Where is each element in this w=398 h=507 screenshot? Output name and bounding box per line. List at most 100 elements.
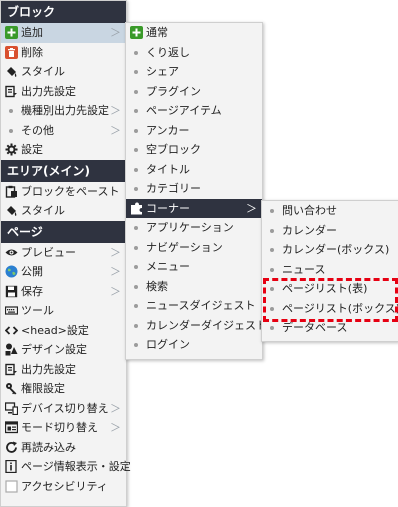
keyboard-item[interactable]: ツール	[1, 301, 126, 321]
menu-item-label: メニュー	[146, 260, 190, 273]
menu-item-label: シェア	[146, 65, 179, 78]
menu-item-label: ブロックをペースト	[21, 184, 120, 198]
bullet-dot	[134, 265, 138, 269]
menu-item[interactable]: ニュースダイジェスト	[126, 296, 262, 316]
plus-icon	[130, 26, 143, 39]
menu-item[interactable]: シェア	[126, 62, 262, 82]
info-item[interactable]: ページ情報表示・設定	[1, 457, 131, 477]
mode-item[interactable]: モード切り替え ＞	[1, 418, 126, 438]
globe-item[interactable]: 公開 ＞	[1, 262, 126, 282]
reload-icon	[5, 441, 18, 454]
key-item[interactable]: 権限設定	[1, 379, 126, 399]
submenu-arrow-icon: ＞	[110, 265, 121, 278]
paste-item[interactable]: ブロックをペースト	[1, 182, 126, 202]
menu-item[interactable]: カレンダー(ボックス)	[262, 240, 398, 260]
menu-item-label: カレンダー(ボックス)	[282, 243, 390, 256]
menu-item-label: 出力先設定	[21, 84, 76, 98]
menu-item-label: 検索	[146, 279, 168, 293]
menu-item[interactable]: カテゴリー	[126, 179, 262, 199]
menu-item[interactable]: 問い合わせ	[262, 201, 398, 221]
menu-item[interactable]: その他 ＞	[1, 121, 126, 141]
menu-item-label: ツール	[21, 304, 54, 317]
menu-item-label: デバイス切り替え	[21, 401, 109, 415]
plus-item[interactable]: 通常	[126, 23, 262, 43]
output-item[interactable]: 出力先設定	[1, 360, 126, 380]
paint-bucket-icon	[5, 65, 18, 78]
menu-item[interactable]: プラグイン	[126, 82, 262, 102]
section-header: エリア(メイン)	[1, 159, 126, 182]
design-item[interactable]: デザイン設定	[1, 340, 126, 360]
section-header: ブロック	[1, 1, 126, 23]
menu-item[interactable]: ニュース	[262, 260, 398, 280]
paint-bucket-item[interactable]: スタイル	[1, 201, 126, 221]
bullet-dot	[134, 167, 138, 172]
reload-item[interactable]: 再読み込み	[1, 438, 126, 458]
submenu-arrow-icon: ＞	[110, 284, 121, 298]
menu-item[interactable]: メニュー	[126, 257, 262, 277]
menu-item[interactable]: 検索	[126, 277, 262, 297]
menu-item-label: ニュース	[282, 262, 326, 276]
menu-item-label: プレビュー	[21, 245, 76, 259]
bullet-dot	[134, 89, 138, 94]
menu-item[interactable]: アプリケーション	[126, 218, 262, 238]
menu-item-label: データベース	[282, 321, 348, 334]
output-icon	[5, 363, 18, 376]
menu-item[interactable]: アンカー	[126, 121, 262, 141]
save-item[interactable]: 保存 ＞	[1, 282, 126, 302]
menu-item[interactable]: ナビゲーション	[126, 238, 262, 258]
menu-item-label: プラグイン	[146, 84, 201, 98]
bullet-dot	[134, 50, 138, 55]
menu-item-label: アンカー	[146, 123, 190, 137]
menu-item-label: デザイン設定	[21, 343, 87, 356]
menu-item[interactable]: タイトル	[126, 160, 262, 180]
menu-item-label: 削除	[21, 45, 43, 59]
menu-item-label: タイトル	[146, 162, 190, 176]
menu-item-label: くり返し	[146, 45, 190, 59]
bullet-dot	[134, 304, 138, 308]
menu-item[interactable]: ログイン	[126, 335, 262, 355]
bullet-dot	[134, 245, 138, 250]
device-item[interactable]: デバイス切り替え＞	[1, 399, 126, 419]
bullet-dot	[134, 343, 138, 347]
bullet-dot	[270, 287, 274, 291]
menu-item[interactable]: データベース	[262, 318, 398, 338]
menu-item-label: 通常	[146, 26, 168, 39]
menu-item-label: スタイル	[21, 65, 65, 78]
menu-item[interactable]: カレンダー	[262, 221, 398, 241]
menu-item-label: 保存	[21, 284, 43, 298]
menu-item[interactable]: くり返し	[126, 43, 262, 63]
menu-item-label: 問い合わせ	[282, 204, 337, 217]
gear-icon	[5, 143, 18, 156]
menu-item-label: 追加	[21, 26, 43, 39]
code-item[interactable]: <head>設定	[1, 321, 126, 341]
eye-item[interactable]: プレビュー ＞	[1, 243, 126, 263]
menu-item[interactable]: ページリスト(ボックス)	[262, 299, 398, 319]
trash-icon	[5, 45, 18, 59]
menu-item-label: スタイル	[21, 204, 65, 217]
submenu-arrow-icon: ＞	[110, 401, 121, 415]
output-item[interactable]: 出力先設定	[1, 82, 126, 102]
menu-item[interactable]: ページリスト(表)	[262, 279, 398, 299]
block-context-menu: ブロック 追加＞削除 スタイル 出力先設定 機種別出力先設定＞その他＞設定 エリア(メイン…	[0, 0, 131, 507]
submenu-arrow-icon: ＞	[110, 245, 121, 259]
plus-item[interactable]: 追加 ＞	[1, 23, 126, 43]
checkbox-item[interactable]: アクセシビリティ	[1, 477, 126, 497]
puzzle-item[interactable]: コーナー ＞	[126, 198, 262, 218]
menu-item[interactable]: ページアイテム	[126, 101, 262, 121]
globe-icon	[5, 265, 18, 278]
section-header: ページ	[1, 220, 126, 243]
menu-item[interactable]: カレンダーダイジェスト	[126, 316, 267, 336]
bullet-dot	[270, 267, 274, 272]
eye-icon	[5, 246, 18, 259]
menu-item-label: アプリケーション	[146, 221, 234, 234]
bullet-dot	[270, 326, 274, 330]
gear-item[interactable]: 設定	[1, 140, 126, 160]
menu-item-label: 設定	[21, 143, 43, 156]
paint-bucket-item[interactable]: スタイル	[1, 62, 126, 82]
bullet-dot	[9, 128, 13, 133]
menu-item[interactable]: 機種別出力先設定＞	[1, 101, 126, 121]
menu-item-label: 公開	[21, 265, 43, 278]
menu-item[interactable]: 空ブロック	[126, 140, 262, 160]
trash-item[interactable]: 削除	[1, 43, 126, 63]
keyboard-icon	[5, 304, 18, 317]
